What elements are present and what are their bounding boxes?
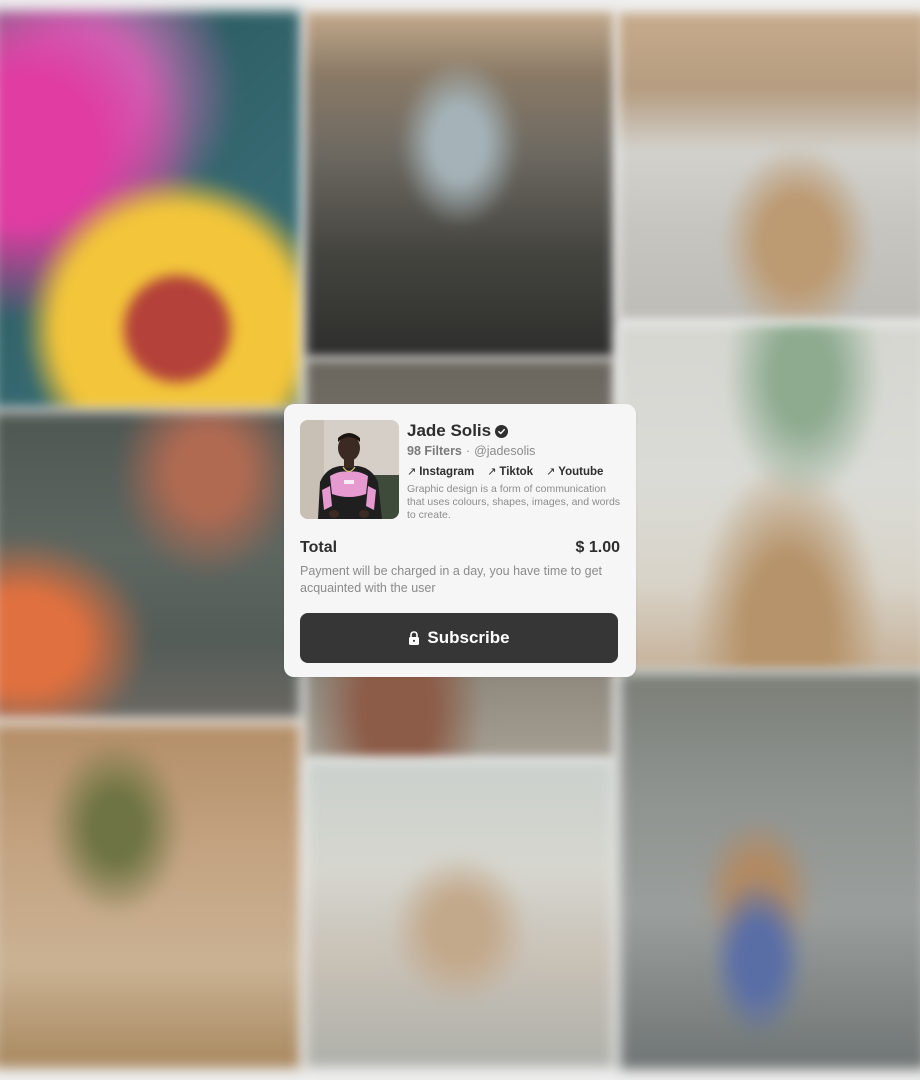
blurred-photo-tile[interactable] — [305, 760, 614, 1068]
youtube-link[interactable]: ↗ Youtube — [546, 465, 603, 479]
subscribe-button[interactable]: Subscribe — [300, 613, 618, 663]
blurred-photo-tile[interactable] — [619, 672, 920, 1070]
blurred-photo-tile[interactable] — [0, 411, 301, 719]
subscription-card: Jade Solis 98 Filters · @jadesolis ↗ Insta… — [284, 404, 636, 677]
filters-count: 98 Filters — [407, 444, 462, 458]
profile-info: Jade Solis 98 Filters · @jadesolis ↗ Insta… — [407, 420, 620, 522]
subscribe-label: Subscribe — [427, 628, 510, 647]
blurred-photo-tile[interactable] — [305, 11, 614, 358]
profile-section: Jade Solis 98 Filters · @jadesolis ↗ Insta… — [300, 420, 620, 522]
total-row: Total $ 1.00 — [300, 539, 620, 557]
blurred-photo-tile[interactable] — [618, 12, 920, 320]
lock-icon — [409, 631, 420, 645]
blurred-photo-tile[interactable] — [0, 10, 301, 409]
arrow-up-right-icon: ↗ — [487, 466, 497, 478]
verified-badge-icon — [495, 424, 509, 438]
meta-separator: · — [465, 444, 471, 458]
payment-note: Payment will be charged in a day, you ha… — [300, 564, 603, 595]
name-row: Jade Solis — [407, 421, 620, 441]
link-label: Instagram — [419, 466, 475, 478]
link-label: Youtube — [558, 466, 604, 478]
gallery-grid: Jade Solis 98 Filters · @jadesolis ↗ Insta… — [0, 0, 920, 1080]
total-label: Total — [300, 539, 338, 556]
instagram-link[interactable]: ↗ Instagram — [407, 465, 474, 479]
blurred-photo-tile[interactable] — [618, 324, 920, 670]
arrow-up-right-icon: ↗ — [407, 466, 417, 478]
arrow-up-right-icon: ↗ — [546, 466, 556, 478]
blurred-photo-tile[interactable] — [0, 723, 301, 1069]
link-label: Tiktok — [499, 466, 534, 478]
profile-handle[interactable]: @jadesolis — [474, 444, 535, 458]
profile-meta: 98 Filters · @jadesolis — [407, 444, 620, 459]
social-links: ↗ Instagram ↗ Tiktok ↗ Youtube — [407, 465, 620, 479]
avatar — [300, 420, 399, 519]
avatar-photo — [300, 420, 399, 519]
profile-name: Jade Solis — [407, 421, 492, 440]
profile-bio: Graphic design is a form of communicatio… — [407, 483, 621, 521]
total-price: $ 1.00 — [575, 539, 620, 556]
tiktok-link[interactable]: ↗ Tiktok — [487, 465, 533, 479]
